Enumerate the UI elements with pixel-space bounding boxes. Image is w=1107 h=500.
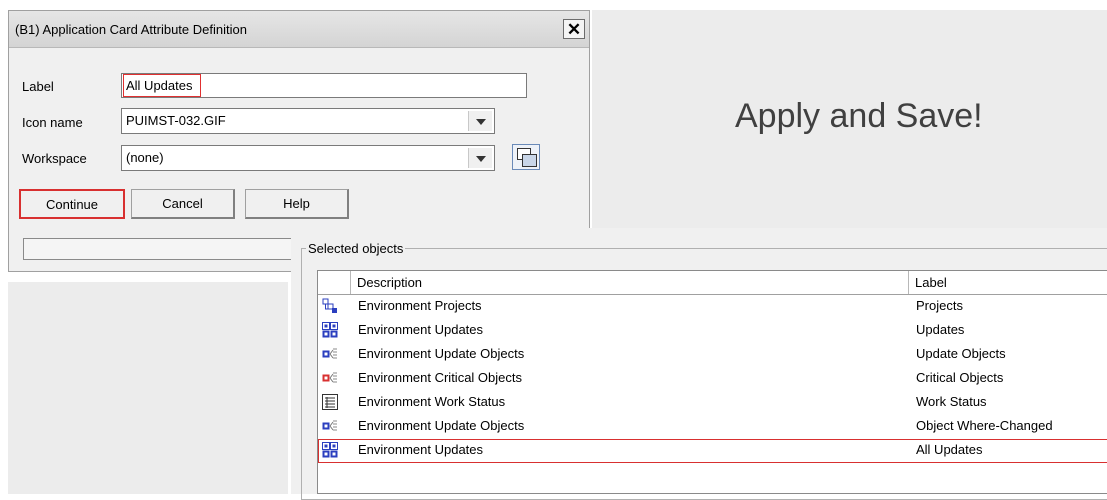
projects-icon bbox=[322, 298, 338, 314]
chevron-down-icon[interactable] bbox=[468, 111, 492, 131]
help-button[interactable]: Help bbox=[245, 189, 349, 219]
list-item-description: Environment Update Objects bbox=[358, 418, 525, 433]
dialog-title: (B1) Application Card Attribute Definiti… bbox=[15, 22, 247, 37]
continue-button[interactable]: Continue bbox=[19, 189, 125, 219]
list-item-label: Updates bbox=[916, 322, 965, 337]
list-item-label: Critical Objects bbox=[916, 370, 1004, 385]
workspace-caption: Workspace bbox=[22, 151, 87, 166]
column-header-description[interactable]: Description bbox=[351, 271, 909, 294]
list-item-description: Environment Projects bbox=[358, 298, 482, 313]
label-caption: Label bbox=[22, 79, 54, 94]
status-bar bbox=[23, 238, 298, 260]
workspace-value: (none) bbox=[126, 150, 164, 165]
chevron-down-icon[interactable] bbox=[468, 148, 492, 168]
icon-name-value: PUIMST-032.GIF bbox=[126, 113, 226, 128]
work-status-icon bbox=[322, 394, 338, 410]
close-icon: ✕ bbox=[566, 20, 582, 39]
list-item-label: Work Status bbox=[916, 394, 987, 409]
icon-name-combobox[interactable]: PUIMST-032.GIF bbox=[121, 108, 495, 134]
update-objects-icon bbox=[322, 418, 338, 434]
list-item-description: Environment Critical Objects bbox=[358, 370, 522, 385]
selected-objects-title: Selected objects bbox=[306, 241, 406, 256]
callout-text: Apply and Save! bbox=[735, 97, 983, 135]
cancel-button[interactable]: Cancel bbox=[131, 189, 235, 219]
selected-objects-panel: Selected objects Description Label Envir… bbox=[291, 228, 1107, 500]
list-item[interactable]: Environment Updates All Updates bbox=[318, 439, 1107, 463]
update-objects-icon bbox=[322, 346, 338, 362]
list-item[interactable]: Environment Work Status Work Status bbox=[318, 391, 1107, 415]
close-button[interactable]: ✕ bbox=[563, 19, 585, 39]
list-item[interactable]: Environment Update Objects Update Objects bbox=[318, 343, 1107, 367]
list-item[interactable]: Environment Updates Updates bbox=[318, 319, 1107, 343]
label-input-value: All Updates bbox=[123, 74, 202, 97]
workspace-browse-icon[interactable] bbox=[512, 144, 540, 170]
label-input[interactable]: All Updates bbox=[121, 73, 527, 98]
selected-objects-list[interactable]: Description Label Environment Projects Pr… bbox=[317, 270, 1107, 494]
list-item[interactable]: Environment Update Objects Object Where-C… bbox=[318, 415, 1107, 439]
list-item-label: Update Objects bbox=[916, 346, 1006, 361]
header-icon-column[interactable] bbox=[318, 271, 351, 294]
list-item[interactable]: Environment Critical Objects Critical Obj… bbox=[318, 367, 1107, 391]
list-item-description: Environment Updates bbox=[358, 322, 484, 337]
list-item-description: Environment Work Status bbox=[358, 394, 506, 409]
list-item-description: Environment Update Objects bbox=[358, 346, 525, 361]
list-item-label: All Updates bbox=[916, 442, 983, 457]
column-header-label[interactable]: Label bbox=[909, 271, 1107, 294]
critical-objects-icon bbox=[322, 370, 338, 386]
workspace-combobox[interactable]: (none) bbox=[121, 145, 495, 171]
list-item-label: Object Where-Changed bbox=[916, 418, 1053, 433]
icon-name-caption: Icon name bbox=[22, 115, 83, 130]
updates-grid-icon bbox=[322, 322, 338, 338]
updates-grid-icon bbox=[322, 442, 338, 458]
dialog-titlebar: (B1) Application Card Attribute Definiti… bbox=[9, 11, 589, 48]
list-item[interactable]: Environment Projects Projects bbox=[318, 295, 1107, 319]
left-background-panel bbox=[8, 282, 288, 494]
list-header: Description Label bbox=[318, 271, 1107, 295]
list-item-description: Environment Updates bbox=[358, 442, 484, 457]
list-item-label: Projects bbox=[916, 298, 963, 313]
